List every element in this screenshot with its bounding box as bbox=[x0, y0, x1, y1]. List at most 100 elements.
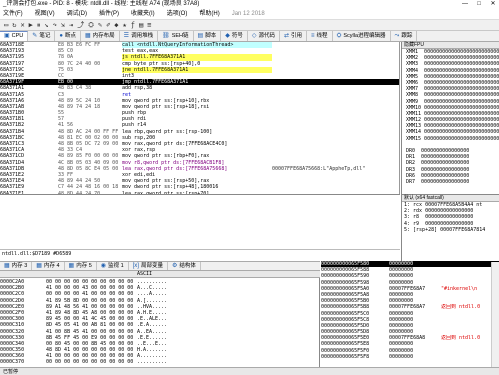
dump-tab-label: 内存 4 bbox=[43, 263, 60, 269]
tab-item[interactable]: ⇄ 引用 bbox=[280, 31, 308, 41]
bookmark-icon[interactable]: ★ bbox=[123, 21, 127, 28]
register-row[interactable]: XMM3 0000000000000000000000000 bbox=[402, 61, 499, 67]
open-icon[interactable]: ▭ bbox=[4, 21, 8, 28]
address-status-line: ntdll.dll:$D7189 #D6589 bbox=[0, 249, 400, 257]
memory-dump-view[interactable]: ASCII 0000C2A0 00 00 00 00 00 00 00 00 00… bbox=[0, 271, 320, 367]
memory-map-icon: ▦ bbox=[84, 32, 91, 39]
stack-scrollbar[interactable] bbox=[491, 262, 499, 367]
menu-item[interactable]: 文件(F) bbox=[3, 9, 23, 19]
registers-panel[interactable]: 隐藏FPU XMM1 0000000000000000000000000 XMM2… bbox=[401, 42, 499, 194]
source-icon: ◇ bbox=[251, 32, 257, 39]
label-icon[interactable]: ◆ bbox=[114, 21, 118, 28]
calling-convention-select[interactable]: 默认 (x64 fastcall) bbox=[402, 195, 499, 202]
tab-label: 断点 bbox=[64, 32, 76, 39]
dump-tab-label: 内存 3 bbox=[11, 263, 28, 269]
build-timestamp: Jan 12 2018 bbox=[231, 11, 265, 17]
close-window-button[interactable]: ✕ bbox=[489, 0, 497, 9]
trace-into-icon[interactable]: ⇲ bbox=[61, 21, 65, 28]
tab-item[interactable]: ≡ 线程 bbox=[307, 31, 333, 41]
calc-icon[interactable]: ≡ bbox=[147, 21, 151, 28]
dump-header: ASCII bbox=[0, 271, 320, 278]
maximize-button[interactable]: □ bbox=[475, 0, 483, 9]
tab-item[interactable]: ◆ 符号 bbox=[221, 31, 248, 41]
dump-row[interactable]: 0000C370 00 00 00 00 00 00 00 00 00 00...… bbox=[0, 359, 320, 365]
run-icon[interactable]: ▶ bbox=[29, 21, 33, 28]
tab-cpu[interactable]: ▣ CPU bbox=[0, 31, 29, 41]
memory-icon: ▦ bbox=[68, 263, 75, 269]
seh-icon: ⛓ bbox=[162, 32, 170, 39]
stack-row[interactable]: 000000000065F5F8 00000000 bbox=[321, 354, 499, 360]
comment-icon[interactable]: ✐ bbox=[106, 21, 110, 28]
memory-icon: ▦ bbox=[36, 263, 42, 269]
minimize-button[interactable]: — bbox=[461, 0, 469, 9]
dump-ascii: .......... bbox=[137, 359, 168, 366]
tab-item[interactable]: ▤ 脚本 bbox=[194, 31, 222, 41]
tab-item[interactable]: ⛓ SEH链 bbox=[158, 31, 194, 41]
tab-label: 跟踪 bbox=[401, 32, 413, 39]
restart-icon[interactable]: ↻ bbox=[12, 21, 16, 28]
close-icon[interactable]: ✕ bbox=[20, 21, 24, 28]
patch-icon[interactable]: ✎ bbox=[98, 21, 102, 28]
register-row[interactable]: DR7 0000000000000000 bbox=[402, 179, 499, 185]
disassembly-view[interactable]: 68A3718E E8 B3 E6 FC FF call <ntdll.NtQuer… bbox=[0, 42, 400, 234]
tab-label: 源代码 bbox=[258, 32, 275, 39]
notes-icon: ✎ bbox=[32, 32, 38, 39]
argument-list: 1: rcx 00007FFE68A5B4A4 nt 2: rdx 0000000… bbox=[402, 202, 499, 233]
script-icon[interactable]: ▤ bbox=[139, 21, 143, 28]
toolbar: ▭ ↻ ✕ ▶ ⏸ ↘ ↷ ⇲ ⇥ ⤴ ⛭ ✎ ✐ ◆ ★ ƒ ▤ ≡ bbox=[0, 20, 499, 31]
references-icon: ⇄ bbox=[283, 32, 290, 39]
stack-view[interactable]: 000000000065F580 00000000 000000000065F588… bbox=[321, 261, 499, 367]
dump-tab-label: 监视 1 bbox=[108, 263, 124, 269]
register-row[interactable]: XMM15 0000000000000000000000000 bbox=[402, 136, 499, 142]
dump-tab[interactable]: ▦ 内存 3 bbox=[0, 262, 33, 270]
dump-tab[interactable]: [x] 局部变量 bbox=[129, 262, 168, 270]
dump-tab[interactable]: ◉ 监视 1 bbox=[97, 262, 129, 270]
function-icon[interactable]: ƒ bbox=[131, 21, 135, 28]
dump-tab[interactable]: ▦ 内存 5 bbox=[65, 262, 97, 270]
register-row[interactable]: XMM9 0000000000000000000000000 bbox=[402, 99, 499, 105]
tab-item[interactable]: ☰ 调用堆栈 bbox=[120, 31, 159, 41]
step-into-icon[interactable]: ↘ bbox=[44, 21, 48, 28]
register-row[interactable]: XMM14 0000000000000000000000000 bbox=[402, 129, 499, 135]
symbols-icon: ◆ bbox=[225, 32, 230, 39]
tab-label: CPU bbox=[11, 33, 24, 39]
register-row[interactable]: XMM8 0000000000000000000000000 bbox=[402, 92, 499, 98]
hide-fpu-toggle[interactable]: 隐藏FPU bbox=[402, 42, 499, 49]
dump-tab[interactable]: ⚙ 结构体 bbox=[168, 262, 201, 270]
struct-icon: ⚙ bbox=[172, 263, 178, 269]
dump-address: 0000C370 bbox=[0, 359, 25, 366]
dump-rows: 0000C2A0 00 00 00 00 00 00 00 00 00 00...… bbox=[0, 279, 320, 366]
run-to-user-icon[interactable]: ⤴ bbox=[77, 21, 84, 28]
dump-tab-bar: ▦ 内存 3 ▦ 内存 4 ▦ 内存 5 ◉ 监视 1 [x] 局部变量 ⚙ 结构体 bbox=[0, 261, 320, 271]
info-pane bbox=[0, 194, 400, 250]
scylla-icon[interactable]: ⛭ bbox=[88, 21, 94, 28]
step-over-icon[interactable]: ↷ bbox=[53, 21, 57, 28]
call-arguments-panel[interactable]: 默认 (x64 fastcall) 1: rcx 00007FFE68A5B4A… bbox=[401, 194, 499, 262]
tab-label: 符号 bbox=[231, 32, 243, 39]
register-row[interactable]: XMM10 0000000000000000000000000 bbox=[402, 105, 499, 111]
register-list: XMM1 0000000000000000000000000 XMM2 00000… bbox=[402, 49, 499, 185]
tab-item[interactable]: ⛭ Scylla进程编辑器 bbox=[333, 31, 391, 41]
trace-over-icon[interactable]: ⇥ bbox=[69, 21, 73, 28]
menu-item[interactable]: 选项(O) bbox=[167, 9, 188, 19]
menu-item[interactable]: 视图(V) bbox=[35, 9, 55, 19]
tab-label: 调用堆栈 bbox=[131, 32, 154, 39]
tab-item[interactable]: ▦ 内存布局 bbox=[81, 31, 120, 41]
menu-item[interactable]: 帮助(H) bbox=[199, 9, 219, 19]
menu-item[interactable]: 收藏夹(I) bbox=[131, 9, 155, 19]
dump-hex: 00 00 00 00 00 00 00 00 00 00 bbox=[46, 359, 134, 366]
tab-item[interactable]: ● 断点 bbox=[55, 31, 81, 41]
dump-tab[interactable]: ▦ 内存 4 bbox=[32, 262, 65, 270]
argument-row[interactable]: 5: [rsp+28] 00007FFE68A7814 bbox=[402, 227, 499, 233]
scylla-editor-icon: ⛭ bbox=[336, 32, 342, 39]
menu-bar: 文件(F) 视图(V) 调试(D) 插件(P) 收藏夹(I) 选项(O) 帮助(H) Jan … bbox=[0, 9, 499, 20]
breakpoint-icon: ● bbox=[59, 32, 63, 39]
register-row[interactable]: XMM4 0000000000000000000000000 bbox=[402, 68, 499, 74]
tab-item[interactable]: ◇ 源代码 bbox=[248, 31, 280, 41]
pause-icon[interactable]: ⏸ bbox=[37, 21, 41, 28]
tab-item[interactable]: ✎ 笔记 bbox=[28, 31, 56, 41]
menu-item[interactable]: 调试(D) bbox=[67, 9, 87, 19]
tab-item[interactable]: ⤳ 跟踪 bbox=[391, 31, 418, 41]
dump-tab-label: 局部变量 bbox=[140, 263, 163, 269]
menu-item[interactable]: 插件(P) bbox=[99, 9, 119, 19]
